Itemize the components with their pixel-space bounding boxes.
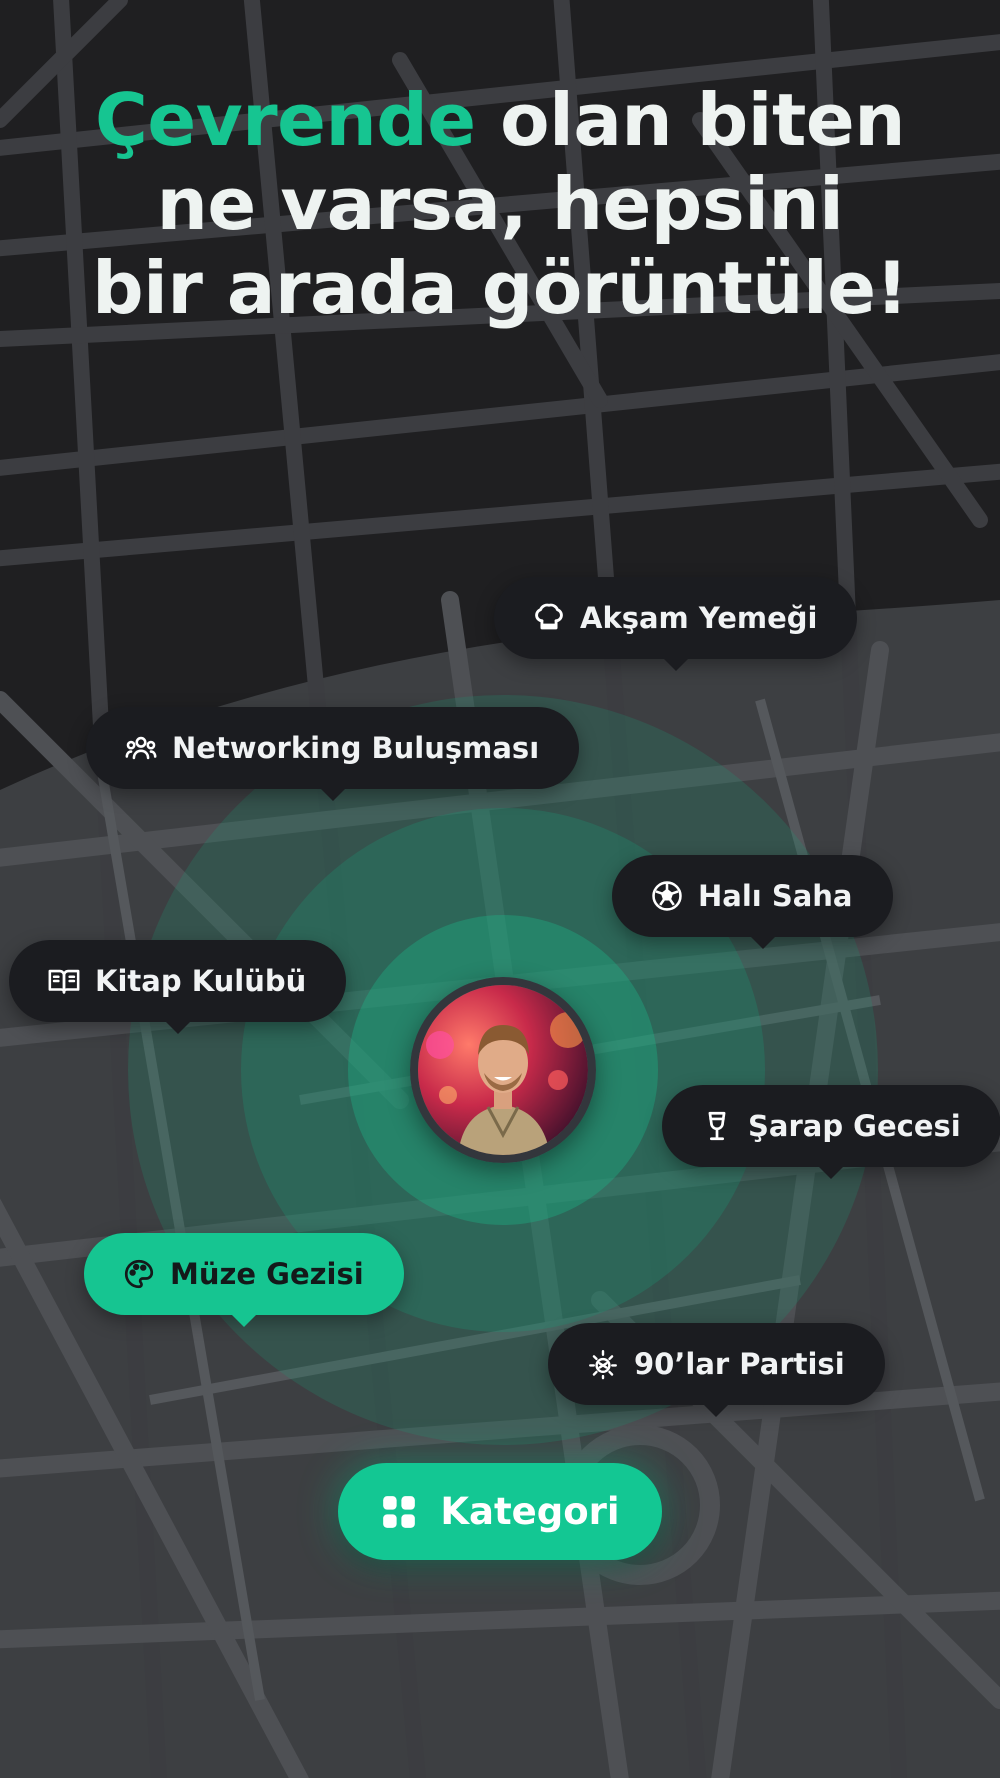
disco-ball-icon [586,1347,620,1381]
soccer-ball-icon [650,879,684,913]
headline-accent-word: Çevrende [95,78,476,162]
event-pin-hali-saha[interactable]: Halı Saha [612,855,893,949]
headline-line-2: ne varsa, hepsini [156,162,844,246]
category-button[interactable]: Kategori [338,1463,662,1560]
chef-hat-icon [532,601,566,635]
event-label: Müze Gezisi [170,1257,364,1291]
palette-icon [122,1257,156,1291]
event-label: Networking Buluşması [172,731,540,765]
event-pin-sarap-gecesi[interactable]: Şarap Gecesi [662,1085,1000,1179]
event-pin-aksam-yemegi[interactable]: Akşam Yemeği [494,577,858,671]
grid-icon [380,1493,418,1531]
event-pin-networking[interactable]: Networking Buluşması [86,707,580,801]
event-label: Kitap Kulübü [95,964,307,998]
event-pin-kitap-kulubu[interactable]: Kitap Kulübü [9,940,347,1034]
people-group-icon [124,731,158,765]
headline-line-3: bir arada görüntüle! [92,246,908,330]
wine-glass-icon [700,1109,734,1143]
event-label: Akşam Yemeği [580,601,818,635]
event-label: Şarap Gecesi [748,1109,961,1143]
event-pin-90lar-partisi[interactable]: 90’lar Partisi [548,1323,885,1417]
headline-line-1: olan biten [475,78,905,162]
event-label: 90’lar Partisi [634,1347,845,1381]
page-headline: Çevrende olan biten ne varsa, hepsini bi… [0,78,1000,330]
category-button-label: Kategori [440,1490,620,1533]
open-book-icon [47,964,81,998]
event-label: Halı Saha [698,879,853,913]
user-avatar[interactable] [410,977,596,1163]
event-pin-muze-gezisi[interactable]: Müze Gezisi [84,1233,404,1327]
